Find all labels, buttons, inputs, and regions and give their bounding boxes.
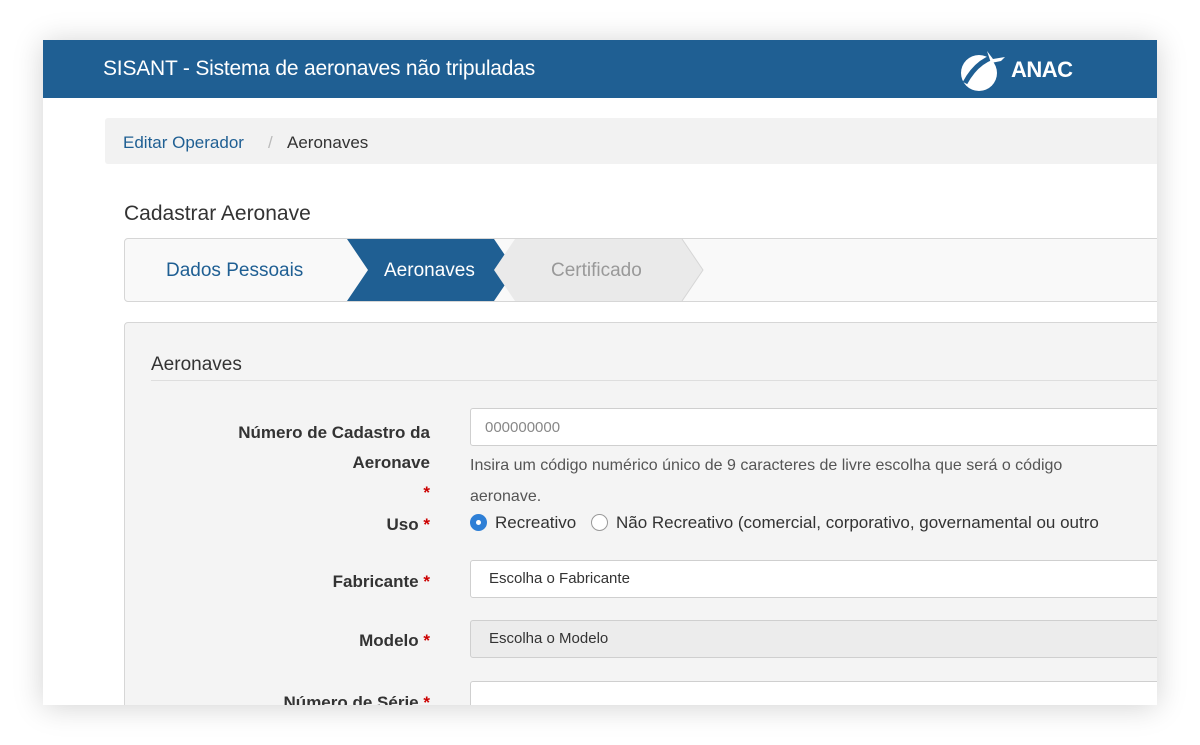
fabricante-select-value: Escolha o Fabricante (489, 570, 630, 587)
fabricante-label: Fabricante * (140, 567, 430, 597)
panel-divider (151, 380, 1157, 381)
radio-label-recreativo: Recreativo (495, 513, 577, 532)
radio-option-nao-recreativo[interactable]: Não Recreativo (comercial, corporativo, … (591, 513, 1099, 533)
app-title: SISANT - Sistema de aeronaves não tripul… (103, 57, 536, 80)
wizard-step-certificado[interactable]: Certificado (551, 260, 642, 282)
page-title: Cadastrar Aeronave (124, 202, 311, 225)
required-mark: * (423, 515, 430, 534)
numero-cadastro-help: Insira um código numérico único de 9 car… (470, 450, 1157, 512)
numero-serie-input[interactable] (470, 681, 1157, 705)
numero-cadastro-label-line2: Aeronave (352, 453, 430, 472)
panel-title: Aeronaves (151, 354, 242, 375)
uso-label: Uso * (140, 510, 430, 540)
airplane-logo-icon (961, 51, 1005, 91)
required-mark: * (423, 483, 430, 502)
breadcrumb-current: Aeronaves (287, 133, 369, 152)
breadcrumb-separator: / (268, 133, 273, 152)
anac-logo[interactable]: ANAC (957, 49, 1087, 93)
numero-serie-label-text: Número de Série (283, 693, 419, 705)
numero-cadastro-label-line1: Número de Cadastro da (238, 423, 430, 442)
radio-label-nao-recreativo: Não Recreativo (comercial, corporativo, … (616, 513, 1099, 532)
numero-cadastro-help-line1: Insira um código numérico único de 9 car… (470, 457, 1063, 474)
modelo-select-value: Escolha o Modelo (489, 630, 609, 647)
required-mark: * (423, 631, 430, 650)
radio-checked-icon[interactable] (470, 514, 487, 531)
logo-text: ANAC (1011, 57, 1073, 82)
wizard-step-dados-pessoais[interactable]: Dados Pessoais (166, 260, 303, 282)
wizard-steps: Dados Pessoais Aeronaves Certificado (124, 238, 1157, 302)
wizard-step-aeronaves[interactable]: Aeronaves (384, 260, 475, 282)
fabricante-select[interactable]: Escolha o Fabricante (470, 560, 1157, 598)
modelo-label: Modelo * (140, 626, 430, 656)
numero-cadastro-input[interactable] (470, 408, 1157, 446)
required-mark: * (423, 693, 430, 705)
uso-radio-group: Recreativo Não Recreativo (comercial, co… (470, 513, 1109, 533)
uso-label-text: Uso (386, 515, 419, 534)
aeronaves-panel: Aeronaves Número de Cadastro da Aeronave… (124, 322, 1157, 705)
numero-serie-label: Número de Série * (140, 688, 430, 705)
radio-unchecked-icon[interactable] (591, 514, 608, 531)
app-window: SISANT - Sistema de aeronaves não tripul… (43, 40, 1157, 705)
fabricante-label-text: Fabricante (332, 572, 419, 591)
modelo-label-text: Modelo (359, 631, 419, 650)
breadcrumb: Editar Operador / Aeronaves (105, 118, 1157, 164)
top-bar: SISANT - Sistema de aeronaves não tripul… (43, 40, 1157, 98)
breadcrumb-link-editar-operador[interactable]: Editar Operador (123, 133, 244, 153)
numero-cadastro-label: Número de Cadastro da Aeronave * (140, 418, 430, 508)
numero-cadastro-help-line2: aeronave. (470, 488, 542, 505)
radio-option-recreativo[interactable]: Recreativo (470, 513, 576, 533)
required-mark: * (423, 572, 430, 591)
modelo-select[interactable]: Escolha o Modelo (470, 620, 1157, 658)
